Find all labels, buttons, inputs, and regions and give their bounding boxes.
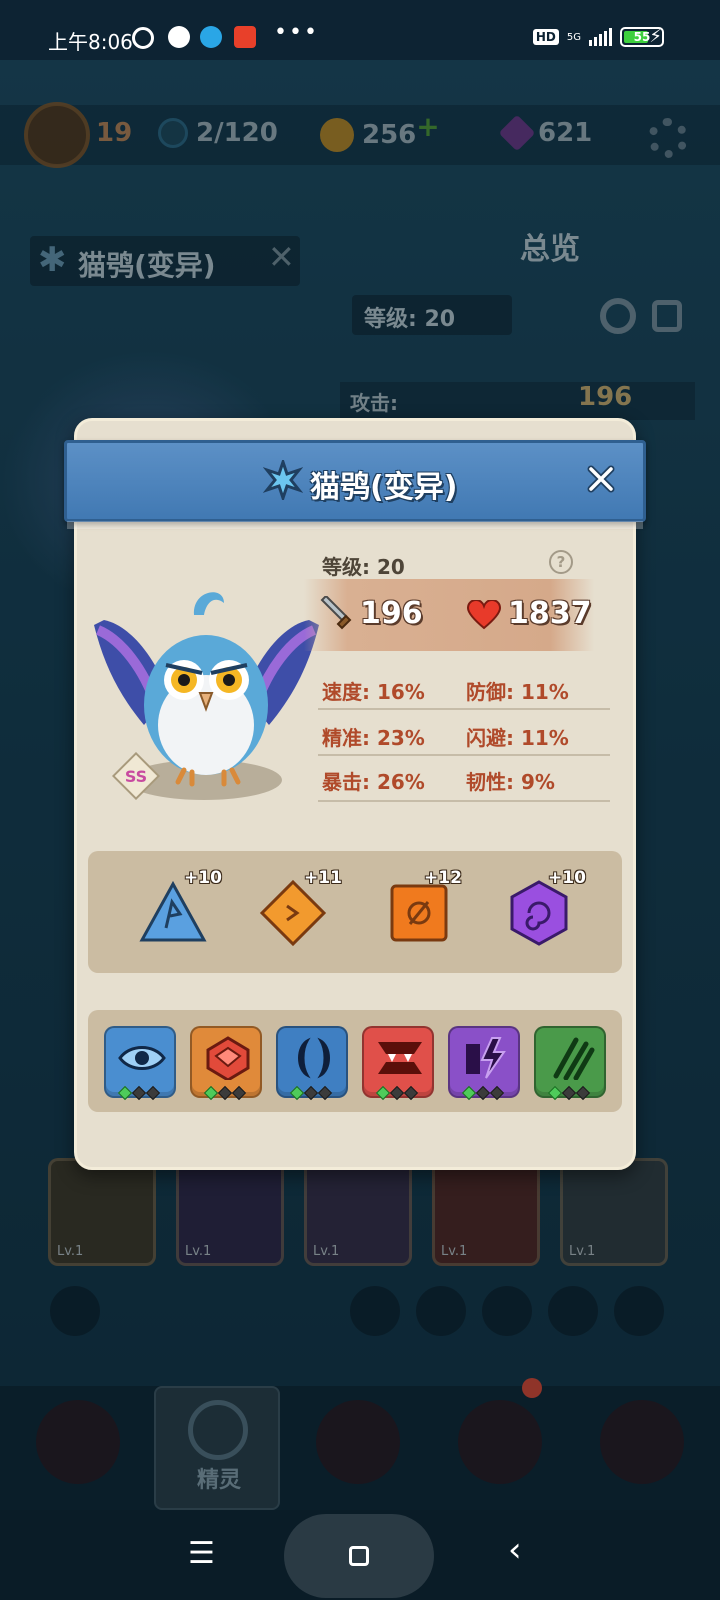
network-type: 5G [566, 31, 581, 43]
stat-crit: 暴击: 26% [322, 770, 425, 794]
mutation-snowflake-icon [263, 460, 303, 500]
lightning-skill-icon [466, 1037, 506, 1079]
grade-badge: SS [112, 752, 160, 800]
rune-plus: +10 [184, 868, 222, 888]
blue-triangle-rune-icon[interactable] [138, 878, 208, 948]
modal-level: 等级: 20 [322, 555, 405, 579]
skill-level-pips [461, 1085, 505, 1101]
home-icon [349, 1546, 369, 1566]
claw-skill-button[interactable] [534, 1026, 606, 1101]
skill-level-pips [547, 1085, 591, 1101]
orange-diamond-rune-icon[interactable] [258, 878, 328, 948]
gem-skill-icon [206, 1036, 250, 1080]
orange-square-rune-icon[interactable] [384, 878, 454, 948]
stat-tenacity: 韧性: 9% [466, 770, 555, 794]
eye-skill-button[interactable] [104, 1026, 176, 1101]
eye-skill-icon [118, 1046, 166, 1070]
status-time: 上午8:06 [48, 30, 133, 54]
stat-speed: 速度: 16% [322, 680, 425, 704]
sword-icon [320, 596, 352, 630]
close-icon[interactable] [586, 464, 616, 494]
status-right: HD 5G 55 [532, 27, 664, 47]
signal-icon [589, 28, 612, 46]
lightning-skill-button[interactable] [448, 1026, 520, 1101]
fang-skill-button[interactable] [362, 1026, 434, 1101]
crescent-skill-button[interactable] [276, 1026, 348, 1101]
battery-level: 55 [633, 30, 651, 44]
grade-text: SS [125, 767, 147, 786]
stat-accuracy: 精准: 23% [322, 726, 425, 750]
skill-level-pips [375, 1085, 419, 1101]
stat-divider [318, 800, 610, 802]
menu-icon[interactable]: ☰ [188, 1536, 215, 1571]
stat-dodge: 闪避: 11% [466, 726, 569, 750]
charging-icon: ⚡ [649, 26, 662, 47]
fang-skill-icon [378, 1042, 422, 1074]
status-bar: 上午8:06 ••• HD 5G 55 ⚡ [0, 0, 720, 60]
skill-level-pips [117, 1085, 161, 1101]
rune-plus: +11 [304, 868, 342, 888]
rune-plus: +10 [548, 868, 586, 888]
more-notifications-icon: ••• [274, 20, 319, 45]
gem-skill-button[interactable] [190, 1026, 262, 1101]
bird-app-icon [200, 26, 222, 48]
alarm-icon [132, 27, 154, 49]
app-notification-icon [168, 26, 190, 48]
stat-defense: 防御: 11% [466, 680, 569, 704]
modal-title: 猫鸮(变异) [310, 470, 458, 505]
shop-app-icon [234, 26, 256, 48]
crescent-skill-icon [298, 1037, 330, 1079]
claw-skill-icon [553, 1037, 595, 1080]
purple-hexagon-rune-icon[interactable] [504, 878, 574, 948]
help-icon[interactable]: ? [549, 550, 573, 574]
skill-level-pips [289, 1085, 333, 1101]
rune-plus: +12 [424, 868, 462, 888]
back-icon[interactable]: ‹ [508, 1530, 522, 1570]
hp-value: 1837 [508, 596, 592, 631]
hd-badge: HD [532, 29, 559, 45]
skill-level-pips [203, 1085, 247, 1101]
stat-divider [318, 708, 610, 710]
stat-divider [318, 754, 610, 756]
heart-icon [466, 600, 502, 630]
attack-value: 196 [360, 596, 423, 631]
